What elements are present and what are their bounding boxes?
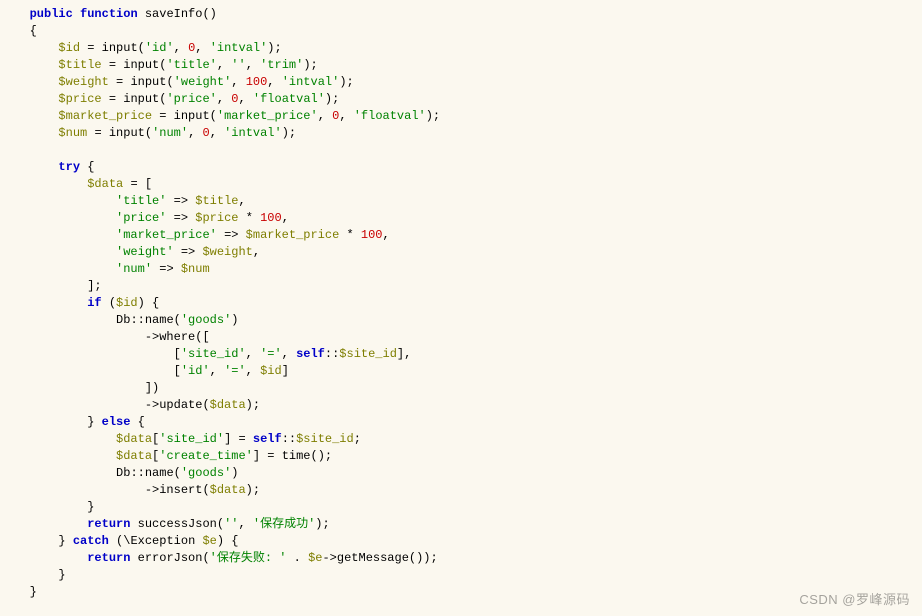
str: 'num'	[152, 126, 188, 140]
method: name	[145, 466, 174, 480]
var: $data	[116, 432, 152, 446]
str: '='	[224, 364, 246, 378]
str: 'market_price'	[116, 228, 217, 242]
fn: time	[282, 449, 311, 463]
str: 'trim'	[260, 58, 303, 72]
var: $num	[181, 262, 210, 276]
str: 'goods'	[181, 313, 231, 327]
str: ''	[231, 58, 245, 72]
var-title: $title	[58, 58, 101, 72]
num: 0	[202, 126, 209, 140]
str: 'price'	[166, 92, 216, 106]
num: 100	[260, 211, 282, 225]
method: getMessage	[337, 551, 409, 565]
method: update	[159, 398, 202, 412]
var: $weight	[202, 245, 252, 259]
num: 100	[361, 228, 383, 242]
op-concat: .	[294, 551, 301, 565]
str: ''	[224, 517, 238, 531]
var-weight: $weight	[58, 75, 108, 89]
method: where	[159, 330, 195, 344]
str: 'goods'	[181, 466, 231, 480]
num: 0	[231, 92, 238, 106]
str: 'price'	[116, 211, 166, 225]
str: 'market_price'	[217, 109, 318, 123]
fn-name: saveInfo	[145, 7, 203, 21]
var: $site_id	[296, 432, 354, 446]
str: 'intval'	[282, 75, 340, 89]
str: 'weight'	[116, 245, 174, 259]
kw-self: self	[253, 432, 282, 446]
var: $market_price	[246, 228, 340, 242]
kw-return: return	[87, 551, 130, 565]
str: '保存失败: '	[210, 551, 287, 565]
str: 'weight'	[174, 75, 232, 89]
method: insert	[159, 483, 202, 497]
kw-function: function	[80, 7, 138, 21]
var: $site_id	[339, 347, 397, 361]
var: $e	[202, 534, 216, 548]
str: 'site_id'	[181, 347, 246, 361]
str: 'intval'	[224, 126, 282, 140]
class-db: Db	[116, 313, 130, 327]
var-price: $price	[58, 92, 101, 106]
str: 'id'	[181, 364, 210, 378]
fn: successJson	[138, 517, 217, 531]
var: $data	[116, 449, 152, 463]
var: $id	[260, 364, 282, 378]
kw-else: else	[102, 415, 131, 429]
var-data: $data	[87, 177, 123, 191]
var: $id	[116, 296, 138, 310]
kw-try: try	[58, 160, 80, 174]
kw-catch: catch	[73, 534, 109, 548]
kw-if: if	[87, 296, 101, 310]
str: 'num'	[116, 262, 152, 276]
var: $data	[210, 483, 246, 497]
fn: errorJson	[138, 551, 203, 565]
kw-return: return	[87, 517, 130, 531]
method: name	[145, 313, 174, 327]
var-num: $num	[58, 126, 87, 140]
str: 'title'	[116, 194, 166, 208]
str: 'floatval'	[253, 92, 325, 106]
str: 'floatval'	[354, 109, 426, 123]
class-exception: Exception	[130, 534, 195, 548]
var: $e	[308, 551, 322, 565]
str: '='	[260, 347, 282, 361]
var: $price	[195, 211, 238, 225]
str: '保存成功'	[253, 517, 315, 531]
var: $data	[210, 398, 246, 412]
num: 100	[246, 75, 268, 89]
str: 'site_id'	[159, 432, 224, 446]
var-id: $id	[58, 41, 80, 55]
str: 'create_time'	[159, 449, 253, 463]
str: 'title'	[166, 58, 216, 72]
var-market-price: $market_price	[58, 109, 152, 123]
kw-public: public	[30, 7, 73, 21]
str: 'intval'	[210, 41, 268, 55]
str: 'id'	[145, 41, 174, 55]
class-db: Db	[116, 466, 130, 480]
kw-self: self	[296, 347, 325, 361]
code-block: public function saveInfo() { $id = input…	[8, 6, 914, 601]
var: $title	[195, 194, 238, 208]
watermark: CSDN @罗峰源码	[799, 591, 910, 608]
